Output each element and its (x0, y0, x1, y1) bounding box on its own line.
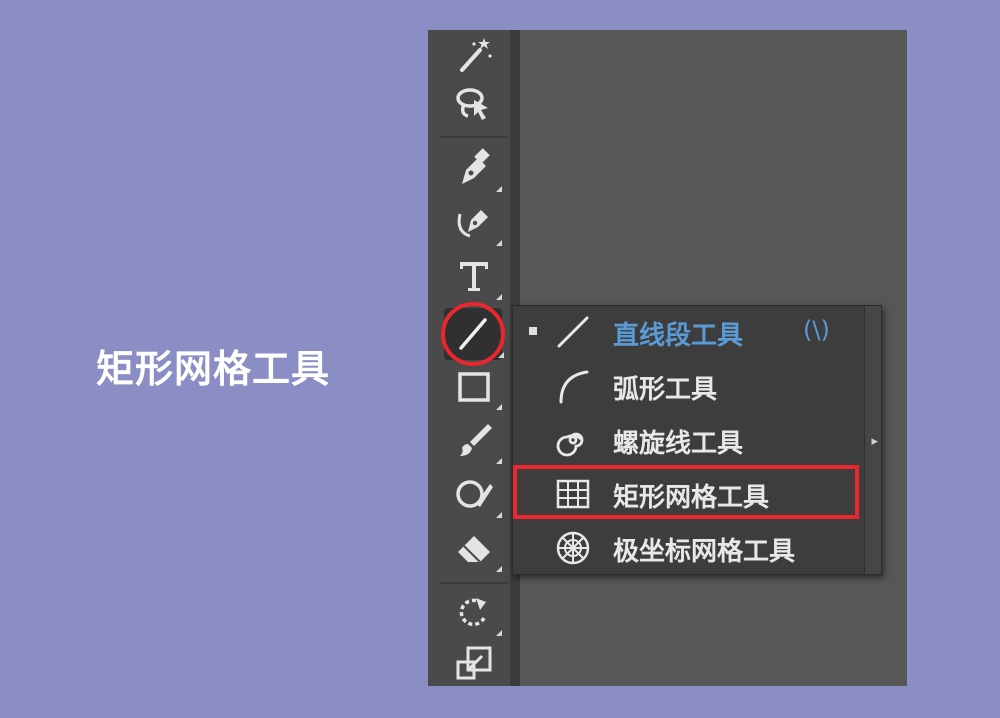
submenu-indicator (496, 240, 502, 246)
flyout-tearoff-strip[interactable]: ▸ (864, 306, 881, 574)
paintbrush-icon (460, 424, 492, 456)
flyout-item-line-segment[interactable]: 直线段工具 (\) (513, 306, 863, 358)
flyout-item-label: 螺旋线工具 (613, 429, 744, 459)
type-tool[interactable] (448, 250, 502, 302)
scale-icon (456, 646, 492, 680)
toolbar-divider (440, 136, 508, 138)
submenu-indicator (496, 566, 502, 572)
rectangle-tool[interactable] (448, 360, 502, 412)
line-segment-icon (557, 316, 589, 348)
rotate-icon (459, 598, 486, 627)
curvature-pen-icon (457, 210, 488, 238)
illustrator-screenshot: 直线段工具 (\) 弧形工具 螺旋线工具 矩形网格工具 极坐标网格工具 ▸ (428, 30, 907, 686)
highlight-box (513, 465, 859, 519)
toolbar-divider (440, 582, 508, 584)
magic-wand-icon (460, 38, 492, 72)
submenu-indicator (496, 404, 502, 410)
selected-bullet (529, 327, 537, 335)
spiral-icon (556, 432, 584, 457)
flyout-item-spiral[interactable]: 螺旋线工具 (513, 414, 863, 466)
submenu-indicator (496, 186, 502, 192)
line-tools-flyout: 直线段工具 (\) 弧形工具 螺旋线工具 矩形网格工具 极坐标网格工具 ▸ (512, 305, 882, 575)
tearoff-arrow-icon[interactable]: ▸ (871, 434, 878, 449)
flyout-item-polar-grid[interactable]: 极坐标网格工具 (513, 522, 863, 574)
flyout-item-label: 直线段工具 (613, 321, 744, 351)
tools-panel (428, 30, 520, 686)
shaper-icon (456, 480, 493, 508)
flyout-item-arc[interactable]: 弧形工具 (513, 360, 863, 412)
submenu-indicator (498, 352, 504, 358)
caption-title: 矩形网格工具 (96, 347, 331, 391)
submenu-indicator (496, 458, 502, 464)
curvature-tool[interactable] (448, 196, 502, 248)
flyout-item-label: 极坐标网格工具 (613, 537, 796, 567)
submenu-indicator (496, 294, 502, 300)
magic-wand-tool[interactable] (448, 30, 500, 82)
arc-icon (559, 370, 589, 404)
submenu-indicator (496, 630, 502, 636)
eraser-icon (458, 536, 490, 563)
paintbrush-tool[interactable] (448, 414, 502, 466)
submenu-indicator (496, 512, 502, 518)
rotate-tool[interactable] (448, 586, 502, 638)
eraser-tool[interactable] (448, 522, 502, 574)
rectangle-icon (458, 372, 490, 402)
shaper-tool[interactable] (448, 468, 502, 520)
scale-tool[interactable] (448, 638, 500, 686)
pen-icon (462, 148, 490, 184)
highlight-circle (441, 302, 505, 366)
shortcut-label: (\) (803, 316, 830, 344)
polar-grid-icon (556, 531, 590, 565)
lasso-tool[interactable] (448, 78, 500, 130)
flyout-item-label: 弧形工具 (613, 375, 718, 405)
pen-tool[interactable] (448, 142, 502, 194)
type-icon (460, 262, 488, 291)
lasso-icon (456, 88, 488, 120)
